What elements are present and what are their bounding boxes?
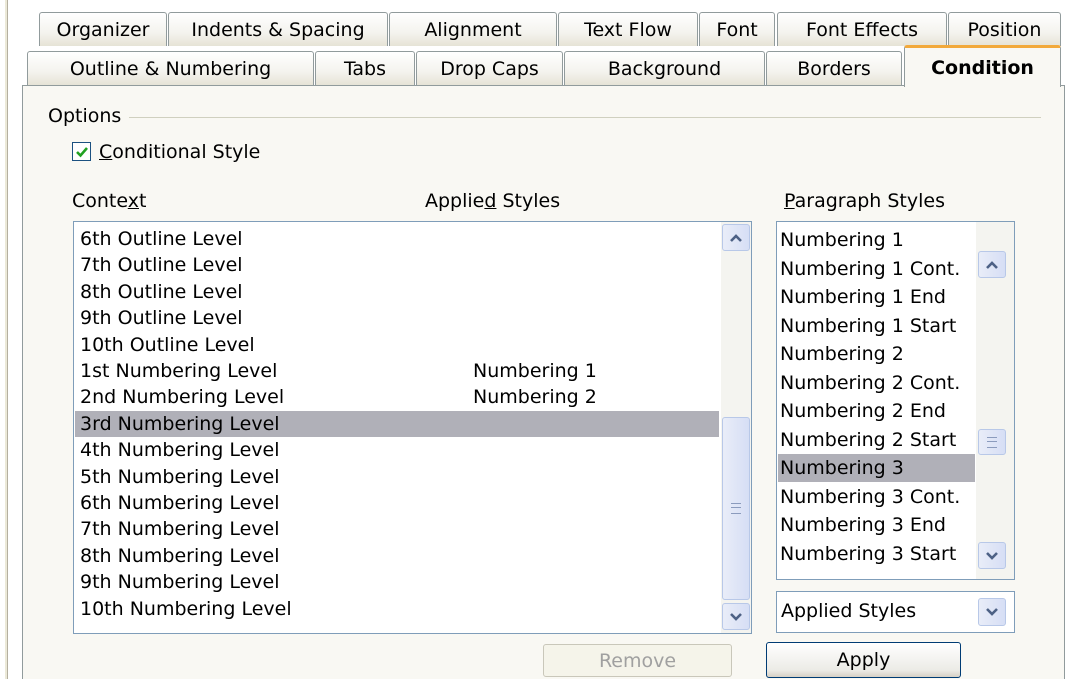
paragraph-style-item[interactable]: Numbering 1 Cont. [778,255,975,283]
context-scroll-down-button[interactable] [722,603,750,630]
conditional-style-label[interactable]: Conditional Style [99,141,260,163]
context-name: 10th Numbering Level [80,597,292,620]
context-row[interactable]: 10th Outline Level [75,332,719,358]
paragraph-style-item[interactable]: Numbering 2 [778,340,975,368]
context-name: 4th Numbering Level [80,439,280,462]
condition-panel: Options Conditional Style Context Applie… [22,85,1065,679]
context-row[interactable]: 8th Numbering Level [75,543,719,569]
chevron-up-icon [986,260,998,269]
remove-button[interactable]: Remove [543,644,732,677]
context-name: 7th Numbering Level [80,518,280,541]
applied-styles-header: Applied Styles [425,190,561,212]
context-name: 8th Outline Level [80,280,243,303]
paragraph-style-item[interactable]: Numbering 1 Start [778,312,975,340]
style-filter-select[interactable]: Applied Styles [776,591,1015,633]
context-row[interactable]: 2nd Numbering Level Numbering 2 [75,384,719,410]
paragraph-scroll-up-button[interactable] [978,251,1006,278]
context-row[interactable]: 1st Numbering Level Numbering 1 [75,358,719,384]
paragraph-style-item[interactable]: Numbering 3 [778,454,975,482]
dialog-left-edge [5,0,8,679]
chevron-down-icon [986,608,998,616]
tab-condition[interactable]: Condition [904,45,1061,87]
checkmark-icon [75,146,88,157]
chevron-down-icon [730,612,742,621]
options-divider [129,117,1041,118]
tab-position[interactable]: Position [948,12,1061,46]
context-name: 6th Numbering Level [80,492,280,514]
paragraph-style-item[interactable]: Numbering 2 End [778,397,975,425]
context-row[interactable]: 3rd Numbering Level [75,410,719,437]
context-name: 5th Numbering Level [80,465,280,488]
tab-drop-caps[interactable]: Drop Caps [416,51,563,85]
context-header: Context [72,190,147,212]
tab-tabs[interactable]: Tabs [315,51,415,85]
context-row[interactable]: 5th Numbering Level [75,464,719,490]
tab-indents-spacing[interactable]: Indents & Spacing [168,12,388,46]
context-name: 9th Numbering Level [80,571,280,594]
applied-style: Numbering 2 [473,386,597,409]
paragraph-style-item[interactable]: Numbering 3 Start [778,540,975,568]
context-name: 7th Outline Level [80,254,243,277]
paragraph-style-item[interactable]: Numbering 3 Cont. [778,483,975,511]
apply-button[interactable]: Apply [766,642,961,678]
tab-font[interactable]: Font [699,12,775,46]
context-name: 1st Numbering Level [80,360,278,382]
paragraph-style-item[interactable]: Numbering 1 [778,226,975,254]
grip-icon [987,436,997,448]
context-row[interactable]: 10th Numbering Level [75,596,719,622]
paragraph-style-item[interactable]: Numbering 3 End [778,511,975,539]
tab-text-flow[interactable]: Text Flow [558,12,698,46]
tab-row-1: Organizer Indents & Spacing Alignment Text … [0,12,1070,46]
applied-style: Numbering 1 [473,360,597,382]
context-name: 6th Outline Level [80,228,243,250]
chevron-up-icon [730,233,742,242]
tab-borders[interactable]: Borders [766,51,902,85]
context-name: 8th Numbering Level [80,544,280,567]
chevron-down-icon [986,551,998,560]
tab-alignment[interactable]: Alignment [389,12,557,46]
context-row[interactable]: 7th Outline Level [75,252,719,278]
tab-font-effects[interactable]: Font Effects [777,12,947,46]
context-name: 10th Outline Level [80,333,255,356]
context-scroll-up-button[interactable] [722,224,750,251]
paragraph-style-item[interactable]: Numbering 2 Cont. [778,369,975,397]
context-name: 3rd Numbering Level [80,412,280,435]
context-name: 2nd Numbering Level [80,386,285,409]
paragraph-style-item[interactable]: Numbering 1 End [778,283,975,311]
context-row[interactable]: 4th Numbering Level [75,437,719,463]
tab-organizer[interactable]: Organizer [39,12,167,46]
context-row[interactable]: 8th Outline Level [75,279,719,305]
context-row[interactable]: 6th Numbering Level [75,490,719,516]
paragraph-scroll-down-button[interactable] [978,542,1006,569]
context-list[interactable]: 6th Outline Level 7th Outline Level 8th Ou… [73,221,752,634]
grip-icon [731,503,741,514]
paragraph-styles-header: Paragraph Styles [784,190,945,212]
conditional-style-checkbox[interactable] [72,142,91,161]
context-row[interactable]: 9th Numbering Level [75,569,719,595]
context-row[interactable]: 6th Outline Level [75,226,719,252]
tab-background[interactable]: Background [564,51,765,85]
style-filter-value: Applied Styles [781,600,917,622]
context-name: 9th Outline Level [80,307,243,330]
tab-row-2: Outline & Numbering Tabs Drop Caps Backgrou… [0,45,1070,87]
context-row[interactable]: 9th Outline Level [75,305,719,331]
style-filter-dropdown-button[interactable] [978,598,1006,626]
paragraph-scroll-thumb[interactable] [978,429,1006,455]
paragraph-styles-list[interactable]: Numbering 1 Numbering 1 Cont. Numbering 1 … [776,221,1015,580]
context-scroll-thumb[interactable] [722,417,750,600]
tab-outline-numbering[interactable]: Outline & Numbering [27,51,314,85]
options-label: Options [48,105,122,127]
context-row[interactable]: 7th Numbering Level [75,516,719,542]
paragraph-style-item[interactable]: Numbering 2 Start [778,426,975,454]
